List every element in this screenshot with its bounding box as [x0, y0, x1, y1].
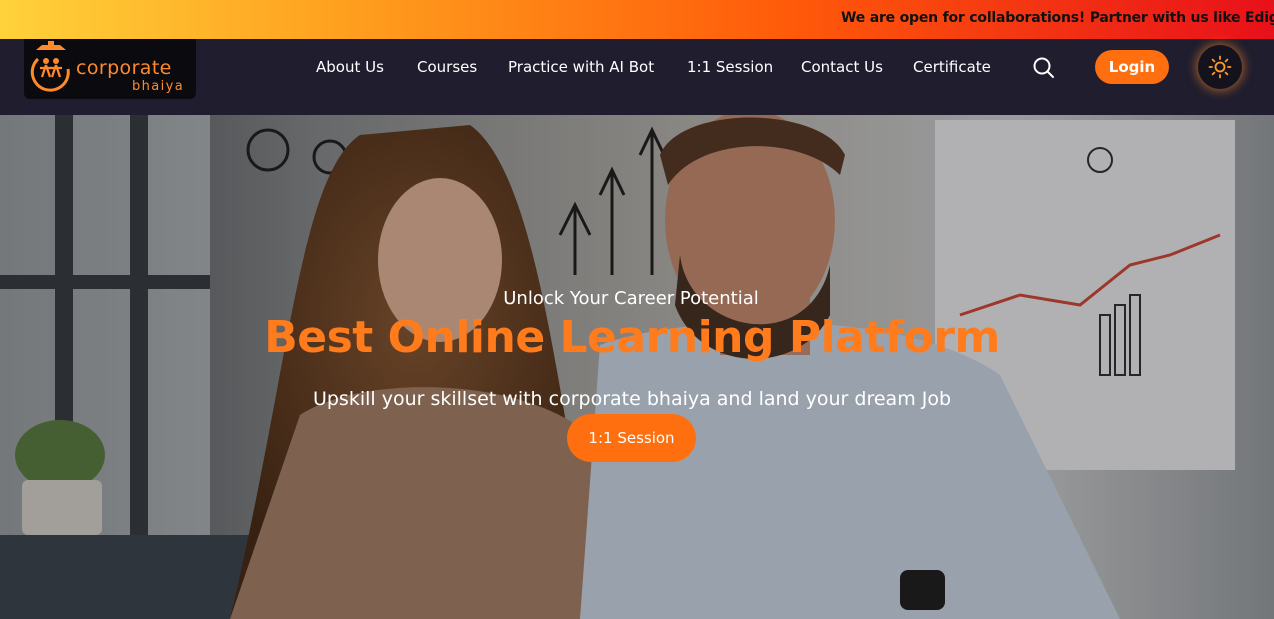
session-cta-button[interactable]: 1:1 Session [567, 414, 696, 462]
hero-title: Best Online Learning Platform [264, 312, 1000, 363]
hero-dark-overlay [0, 115, 1274, 619]
nav-practice-ai-bot[interactable]: Practice with AI Bot [508, 58, 654, 76]
logo-text-corporate: corporate [76, 57, 172, 79]
nav-courses[interactable]: Courses [417, 58, 477, 76]
logo[interactable]: corporate bhaiya [24, 39, 196, 99]
nav-about-us[interactable]: About Us [316, 58, 384, 76]
nav-certificate[interactable]: Certificate [913, 58, 991, 76]
hero-eyebrow: Unlock Your Career Potential [503, 288, 759, 309]
nav-contact-us[interactable]: Contact Us [801, 58, 883, 76]
logo-mark-icon [30, 41, 70, 92]
hero-subtitle: Upskill your skillset with corporate bha… [312, 388, 952, 410]
nav-one-on-one-session[interactable]: 1:1 Session [687, 58, 773, 76]
announcement-ticker: We are open for collaborations! Partner … [0, 0, 1274, 39]
logo-text-bhaiya: bhaiya [132, 79, 185, 94]
theme-toggle-button[interactable] [1198, 45, 1242, 89]
login-button[interactable]: Login [1095, 50, 1169, 84]
navbar: corporate bhaiya About Us Courses Practi… [0, 39, 1274, 115]
search-icon[interactable] [1031, 55, 1057, 81]
hero-section: Unlock Your Career Potential Best Online… [0, 115, 1274, 619]
ticker-text: We are open for collaborations! Partner … [841, 10, 1274, 26]
sun-icon [1208, 55, 1232, 79]
